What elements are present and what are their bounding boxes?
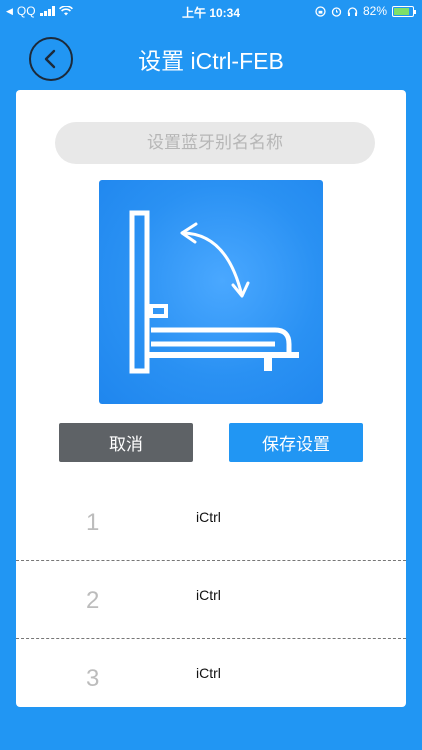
bluetooth-alias-input[interactable]: [55, 122, 375, 164]
settings-card: 取消 保存设置 1 iCtrl 2 iCtrl 3 iCtrl: [16, 90, 406, 707]
battery-level: [394, 7, 409, 15]
profile-name: iCtrl: [196, 665, 221, 681]
battery-percent: 82%: [362, 4, 387, 18]
profile-number: 1: [86, 509, 100, 536]
cancel-button[interactable]: 取消: [59, 423, 193, 462]
profile-list: 1 iCtrl 2 iCtrl 3 iCtrl: [16, 483, 406, 707]
profile-number: 2: [86, 587, 100, 614]
profile-name: iCtrl: [196, 587, 221, 603]
profile-row-2[interactable]: 2 iCtrl: [16, 561, 406, 639]
headphones-icon: [347, 6, 358, 16]
alarm-icon: [331, 6, 342, 17]
save-settings-button[interactable]: 保存设置: [229, 423, 363, 462]
profile-number: 3: [86, 665, 100, 692]
status-bar: ◀ QQ 上午 10:34 82%: [0, 0, 422, 22]
nav-bar: 设置 iCtrl-FEB: [0, 22, 422, 90]
battery-icon: [392, 5, 416, 17]
bed-fold-icon: [129, 210, 299, 374]
status-right: 82%: [315, 4, 416, 18]
profile-row-1[interactable]: 1 iCtrl: [16, 483, 406, 561]
profile-name: iCtrl: [196, 509, 221, 525]
lock-rotation-icon: [315, 5, 326, 17]
murphy-bed-image: [99, 180, 323, 404]
page-title: 设置 iCtrl-FEB: [138, 48, 284, 74]
profile-row-3[interactable]: 3 iCtrl: [16, 639, 406, 707]
